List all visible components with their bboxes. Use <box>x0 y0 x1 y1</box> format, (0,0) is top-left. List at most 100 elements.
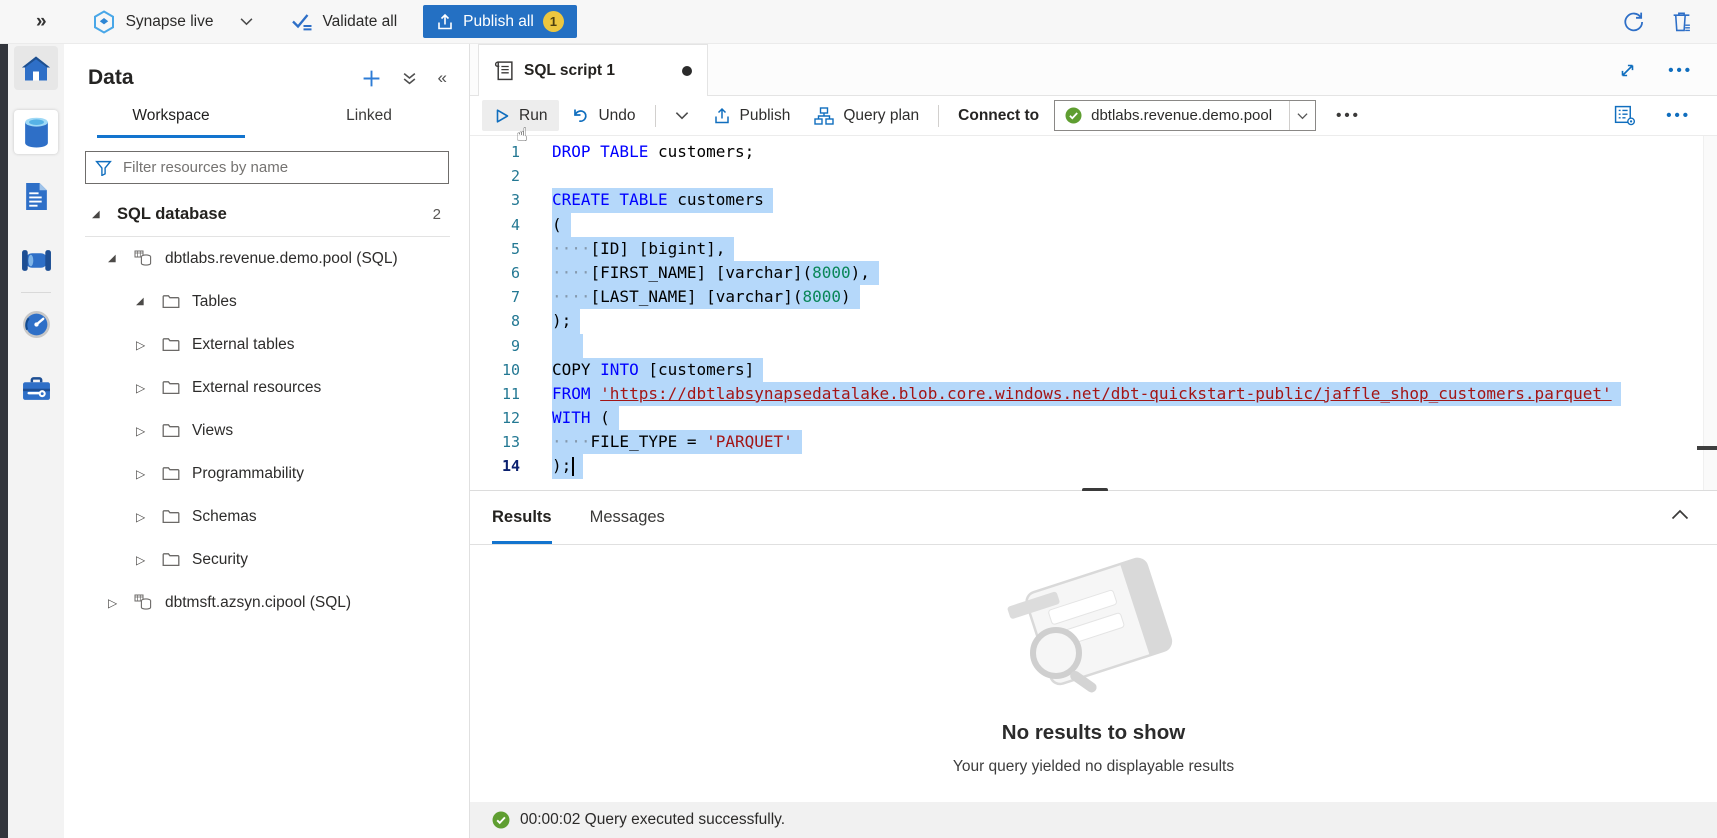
tree-item-external-tables[interactable]: ▷External tables <box>64 323 469 366</box>
code-line-6[interactable]: 6····[FIRST_NAME] [varchar](8000), <box>470 261 1717 285</box>
code-text: CREATE TABLE customers <box>520 188 773 212</box>
code-line-2[interactable]: 2 <box>470 164 1717 188</box>
chevron-expanded-icon[interactable]: ◢ <box>136 296 150 307</box>
expand-editor-icon[interactable] <box>1619 62 1636 79</box>
chevron-collapsed-icon[interactable]: ▷ <box>136 381 150 395</box>
properties-icon[interactable] <box>1614 105 1636 126</box>
chevron-collapsed-icon[interactable]: ▷ <box>136 338 150 352</box>
code-line-12[interactable]: 12WITH ( <box>470 406 1717 430</box>
tab-linked[interactable]: Linked <box>295 107 443 138</box>
nav-data-icon[interactable] <box>14 110 58 154</box>
chevron-collapsed-icon[interactable]: ▷ <box>108 596 122 610</box>
editor-tab-bar: SQL script 1 ••• <box>470 44 1717 96</box>
code-line-13[interactable]: 13····FILE_TYPE = 'PARQUET' <box>470 430 1717 454</box>
filter-box[interactable] <box>85 151 449 184</box>
code-line-10[interactable]: 10COPY INTO [customers] <box>470 358 1717 382</box>
refresh-icon[interactable] <box>1623 11 1644 32</box>
section-sql-database[interactable]: ◢ SQL database 2 <box>64 192 469 236</box>
panel-title: Data <box>88 66 134 90</box>
collapse-panel-icon[interactable]: « <box>438 68 447 88</box>
empty-state-subtitle: Your query yielded no displayable result… <box>953 758 1234 776</box>
text-cursor <box>572 457 574 476</box>
nav-monitor-icon[interactable] <box>14 302 58 346</box>
line-number: 3 <box>470 188 520 212</box>
folder-icon <box>162 337 180 352</box>
code-line-8[interactable]: 8); <box>470 309 1717 333</box>
chevron-collapsed-icon[interactable]: ▷ <box>136 424 150 438</box>
line-number: 10 <box>470 358 520 382</box>
code-text: ····[LAST_NAME] [varchar](8000) <box>520 285 860 309</box>
tree-item-views[interactable]: ▷Views <box>64 409 469 452</box>
line-number: 13 <box>470 430 520 454</box>
nav-manage-icon[interactable] <box>14 366 58 410</box>
tree-item-tables[interactable]: ◢Tables <box>64 280 469 323</box>
connect-to-dropdown[interactable]: dbtlabs.revenue.demo.pool <box>1054 100 1316 131</box>
tree-item-dbtlabs-revenue-demo-pool-sql[interactable]: ◢dbtlabs.revenue.demo.pool (SQL) <box>64 237 469 280</box>
code-text: ); <box>520 454 583 478</box>
publish-count-badge: 1 <box>543 11 564 32</box>
chevron-collapsed-icon[interactable]: ▷ <box>136 467 150 481</box>
code-line-11[interactable]: 11FROM 'https://dbtlabsynapsedatalake.bl… <box>470 382 1717 406</box>
scrollbar-thumb[interactable] <box>1697 446 1717 450</box>
validate-label: Validate all <box>322 13 397 31</box>
code-line-3[interactable]: 3CREATE TABLE customers <box>470 188 1717 212</box>
code-line-1[interactable]: 1DROP TABLE customers; <box>470 140 1717 164</box>
tab-messages[interactable]: Messages <box>590 491 665 544</box>
validate-all-button[interactable]: Validate all <box>291 12 397 32</box>
chevron-expanded-icon[interactable]: ◢ <box>92 209 106 220</box>
collapse-all-icon[interactable] <box>402 71 417 86</box>
nav-integrate-icon[interactable] <box>14 238 58 282</box>
query-status-bar: 00:00:02 Query executed successfully. <box>470 802 1717 838</box>
tree-item-label: Security <box>192 551 248 569</box>
tree-item-programmability[interactable]: ▷Programmability <box>64 452 469 495</box>
tree-item-dbtmsft-azsyn-cipool-sql[interactable]: ▷dbtmsft.azsyn.cipool (SQL) <box>64 581 469 624</box>
expand-rail-icon[interactable]: » <box>36 11 47 33</box>
tree-item-external-resources[interactable]: ▷ External resources <box>64 366 469 409</box>
code-line-14[interactable]: 14); <box>470 454 1717 478</box>
publish-all-button[interactable]: Publish all 1 <box>423 5 577 38</box>
folder-icon <box>162 466 180 481</box>
editor-scrollbar[interactable] <box>1703 136 1717 490</box>
folder-icon <box>162 294 180 309</box>
publish-button[interactable]: Publish <box>701 100 803 131</box>
unsaved-changes-dot <box>682 66 692 76</box>
discard-trash-icon[interactable] <box>1672 11 1691 32</box>
add-resource-icon[interactable] <box>362 69 381 88</box>
tree-item-label: External resources <box>192 379 321 397</box>
toolbar-more-icon[interactable]: ••• <box>1336 108 1361 123</box>
folder-icon <box>162 509 180 524</box>
nav-home-icon[interactable] <box>14 46 58 90</box>
tab-workspace[interactable]: Workspace <box>97 107 245 138</box>
sql-code-editor[interactable]: 1DROP TABLE customers;23CREATE TABLE cus… <box>470 136 1717 490</box>
tree-item-schemas[interactable]: ▷Schemas <box>64 495 469 538</box>
run-label: Run <box>519 107 547 125</box>
section-label: SQL database <box>117 205 227 224</box>
chevron-collapsed-icon[interactable]: ▷ <box>136 553 150 567</box>
nav-develop-icon[interactable] <box>14 174 58 218</box>
chevron-expanded-icon[interactable]: ◢ <box>108 253 122 264</box>
query-plan-button[interactable]: Query plan <box>802 100 931 131</box>
synapse-live-selector[interactable]: Synapse live <box>93 10 254 34</box>
undo-button[interactable]: Undo <box>559 100 647 131</box>
code-line-7[interactable]: 7····[LAST_NAME] [varchar](8000) <box>470 285 1717 309</box>
chevron-collapsed-icon[interactable]: ▷ <box>136 510 150 524</box>
code-line-4[interactable]: 4( <box>470 213 1717 237</box>
code-line-9[interactable]: 9 <box>470 334 1717 358</box>
main-editor-area: SQL script 1 ••• Run Undo <box>470 44 1717 838</box>
tree-item-security[interactable]: ▷ Security <box>64 538 469 581</box>
tab-results[interactable]: Results <box>492 491 552 544</box>
folder-icon <box>162 552 180 567</box>
run-options-chevron[interactable] <box>663 100 701 131</box>
tab-sql-script-1[interactable]: SQL script 1 <box>478 44 708 96</box>
filter-input[interactable] <box>121 158 439 177</box>
code-line-5[interactable]: 5····[ID] [bigint], <box>470 237 1717 261</box>
undo-icon <box>571 107 589 124</box>
play-icon <box>494 108 510 124</box>
dropdown-chevron-icon[interactable] <box>1289 101 1315 130</box>
tab-more-actions-icon[interactable]: ••• <box>1668 63 1693 78</box>
editor-more-icon[interactable]: ••• <box>1666 108 1691 123</box>
no-results-illustration <box>974 553 1214 705</box>
collapse-results-icon[interactable] <box>1671 509 1689 520</box>
query-plan-label: Query plan <box>843 107 919 125</box>
chevron-down-icon[interactable] <box>240 17 253 26</box>
